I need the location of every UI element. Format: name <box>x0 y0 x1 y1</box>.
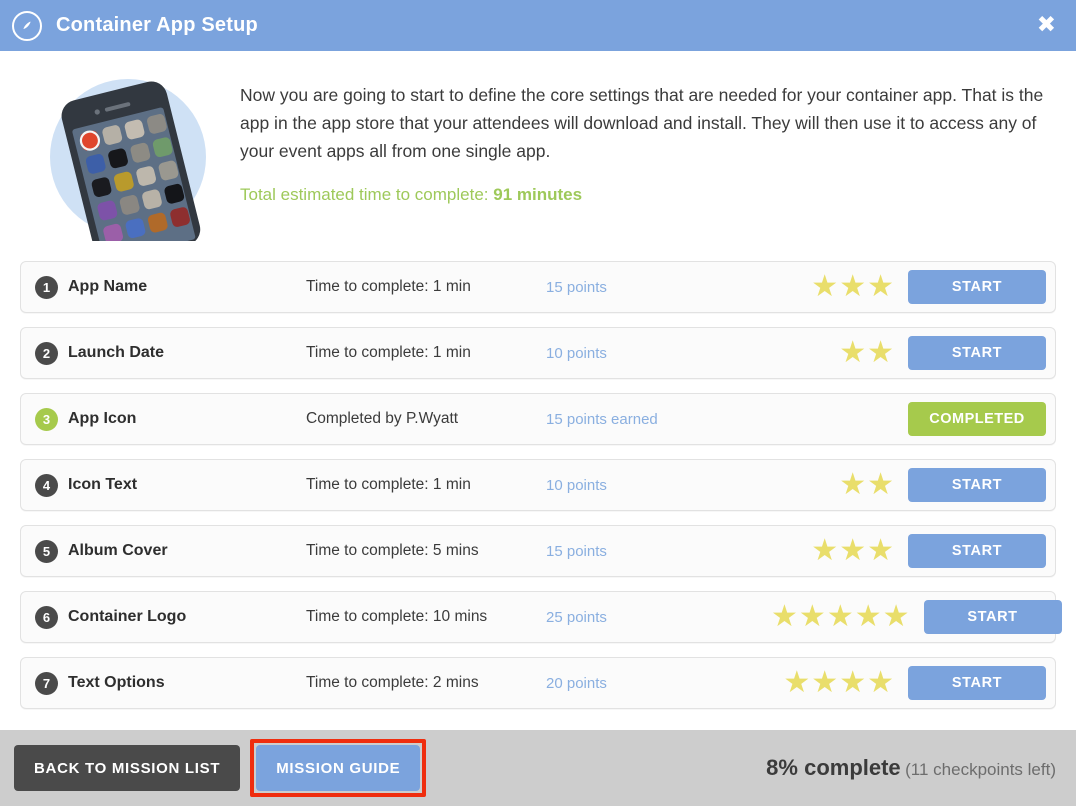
progress-percent: 8% complete <box>766 755 901 780</box>
checkpoint-number-badge: 2 <box>35 341 58 365</box>
table-row: 3 App Icon Completed by P.Wyatt 15 points e… <box>20 393 1056 445</box>
difficulty-stars: ★ ★ <box>771 467 908 502</box>
checkpoint-action: COMPLETED <box>908 402 1046 436</box>
checkpoint-time: Time to complete: 1 min <box>306 278 471 295</box>
checkpoint-time: Time to complete: 1 min <box>306 344 471 361</box>
container-app-setup-modal: Container App Setup ✖ Now you are going … <box>0 0 1076 806</box>
difficulty-stars: ★ ★ ★ ★ ★ <box>771 599 924 634</box>
checkpoint-time: Time to complete: 5 mins <box>306 542 479 559</box>
intro-text-block: Now you are going to start to define the… <box>240 73 1056 205</box>
checkpoint-points: 20 points <box>546 674 607 692</box>
smartphone-illustration <box>44 73 212 241</box>
star-icon: ★ <box>811 665 839 700</box>
checkpoint-action: START <box>908 468 1046 502</box>
start-button[interactable]: START <box>908 336 1046 370</box>
table-row: 1 App Name Time to complete: 1 min 15 point… <box>20 261 1056 313</box>
checkpoint-title: Icon Text <box>68 476 138 493</box>
star-icon: ★ <box>811 533 839 568</box>
star-icon: ★ <box>854 599 882 634</box>
checkpoint-action: START <box>908 336 1046 370</box>
table-row: 5 Album Cover Time to complete: 5 mins 15 p… <box>20 525 1056 577</box>
checkpoint-time: Completed by P.Wyatt <box>306 410 459 427</box>
table-row: 6 Container Logo Time to complete: 10 mins… <box>20 591 1062 643</box>
total-time-line: Total estimated time to complete: 91 min… <box>240 185 1048 205</box>
table-row: 2 Launch Date Time to complete: 1 min 10 po… <box>20 327 1056 379</box>
star-icon: ★ <box>867 335 894 370</box>
start-button[interactable]: START <box>908 468 1046 502</box>
checkpoint-points: 10 points <box>546 344 607 362</box>
checkpoint-number-badge: 6 <box>35 605 58 629</box>
star-icon: ★ <box>826 599 854 634</box>
intro-section: Now you are going to start to define the… <box>20 51 1056 251</box>
checkpoint-time: Time to complete: 10 mins <box>306 608 488 625</box>
start-button[interactable]: START <box>908 666 1046 700</box>
mission-guide-button[interactable]: MISSION GUIDE <box>256 745 421 791</box>
intro-paragraph: Now you are going to start to define the… <box>240 85 1044 161</box>
checkpoint-title: Container Logo <box>68 608 187 625</box>
modal-body: Now you are going to start to define the… <box>0 51 1076 730</box>
checkpoint-title: Text Options <box>68 674 165 691</box>
star-icon: ★ <box>867 269 894 304</box>
checkpoint-number-badge: 5 <box>35 539 58 563</box>
star-icon: ★ <box>839 533 867 568</box>
mission-guide-highlight: MISSION GUIDE <box>250 739 427 797</box>
completed-button[interactable]: COMPLETED <box>908 402 1046 436</box>
checkpoint-points: 15 points earned <box>546 410 658 428</box>
table-row: 7 Text Options Time to complete: 2 mins 20 … <box>20 657 1056 709</box>
compass-icon <box>12 10 42 41</box>
total-time-label: Total estimated time to complete: <box>240 185 489 204</box>
star-icon: ★ <box>839 335 867 370</box>
checkpoint-time: Time to complete: 2 mins <box>306 674 479 691</box>
difficulty-stars: ★ ★ ★ ★ <box>771 665 908 700</box>
star-icon: ★ <box>839 269 867 304</box>
progress-remaining: (11 checkpoints left) <box>905 760 1056 779</box>
checkpoint-points: 25 points <box>546 608 607 626</box>
total-time-value: 91 minutes <box>493 185 583 204</box>
checkpoint-action: START <box>908 270 1046 304</box>
checkpoint-number-badge: 7 <box>35 671 58 695</box>
start-button[interactable]: START <box>923 600 1062 634</box>
modal-header: Container App Setup ✖ <box>0 0 1076 51</box>
checkpoint-list: 1 App Name Time to complete: 1 min 15 point… <box>20 261 1062 709</box>
checkpoint-action: START <box>908 666 1046 700</box>
checkpoint-points: 15 points <box>546 542 607 560</box>
star-icon: ★ <box>811 269 839 304</box>
checkpoint-action: START <box>923 600 1062 634</box>
start-button[interactable]: START <box>908 534 1046 568</box>
star-icon: ★ <box>771 599 798 634</box>
checkpoint-title: Launch Date <box>68 344 165 361</box>
start-button[interactable]: START <box>908 270 1046 304</box>
checkpoint-title: Album Cover <box>68 542 168 559</box>
checkpoint-points: 10 points <box>546 476 607 494</box>
star-icon: ★ <box>867 467 894 502</box>
star-icon: ★ <box>798 599 826 634</box>
checkpoint-number-badge: 1 <box>35 275 58 299</box>
star-icon: ★ <box>867 533 894 568</box>
close-icon[interactable]: ✖ <box>1033 12 1060 39</box>
page-title: Container App Setup <box>56 14 258 36</box>
checkpoint-title: App Icon <box>68 410 137 427</box>
difficulty-stars: ★ ★ ★ <box>771 533 908 568</box>
star-icon: ★ <box>839 467 867 502</box>
checkpoint-number-badge: 3 <box>35 407 58 431</box>
star-icon: ★ <box>783 665 811 700</box>
progress-status: 8% complete (11 checkpoints left) <box>766 755 1060 781</box>
star-icon: ★ <box>867 665 894 700</box>
table-row: 4 Icon Text Time to complete: 1 min 10 poin… <box>20 459 1056 511</box>
checkpoint-action: START <box>908 534 1046 568</box>
checkpoint-number-badge: 4 <box>35 473 58 497</box>
back-to-mission-list-button[interactable]: BACK TO MISSION LIST <box>14 745 241 791</box>
difficulty-stars: ★ ★ <box>771 335 908 370</box>
checkpoint-time: Time to complete: 1 min <box>306 476 471 493</box>
checkpoint-title: App Name <box>68 278 148 295</box>
difficulty-stars: ★ ★ ★ <box>771 269 908 304</box>
star-icon: ★ <box>882 599 910 634</box>
modal-footer: BACK TO MISSION LIST MISSION GUIDE 8% co… <box>0 730 1076 806</box>
checkpoint-points: 15 points <box>546 278 607 296</box>
star-icon: ★ <box>839 665 867 700</box>
